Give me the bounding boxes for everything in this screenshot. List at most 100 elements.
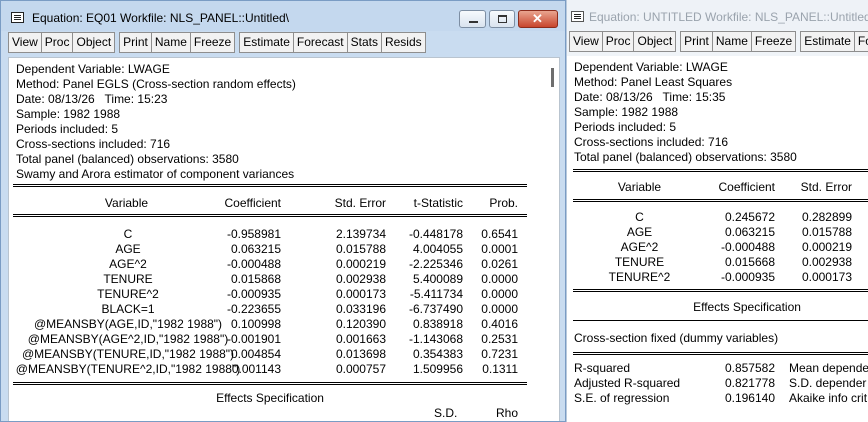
coefficient-cell: 0.063215 (724, 225, 775, 239)
std-error-cell: 0.000219 (801, 240, 852, 254)
header-line: Total panel (balanced) observations: 358… (574, 150, 797, 164)
toolbar-view-button[interactable]: View (8, 32, 42, 53)
minimize-icon (469, 21, 478, 23)
close-button[interactable]: ✕ (518, 10, 558, 28)
column-header-variable: Variable (617, 180, 662, 194)
toolbar-name-button[interactable]: Name (711, 31, 752, 52)
variable-cell: TENURE (614, 255, 665, 269)
column-header-t-statistic: t-Statistic (413, 196, 463, 210)
column-header-coefficient: Coefficient (224, 196, 281, 210)
t-statistic-cell: -6.737490 (408, 302, 463, 316)
toolbar-print-button[interactable]: Print (680, 31, 713, 52)
header-line: Periods included: 5 (574, 120, 677, 134)
toolbar-freeze-button[interactable]: Freeze (750, 31, 797, 52)
std-error-cell: 0.001663 (335, 332, 386, 346)
std-error-cell: 2.139734 (335, 227, 386, 241)
coefficient-cell: 0.004854 (230, 347, 281, 361)
coefficient-cell: -0.000488 (226, 257, 281, 271)
header-line: Dependent Variable: LWAGE (16, 62, 170, 76)
header-line: Date: 08/13/26 Time: 15:35 (574, 90, 726, 104)
estimation-output[interactable]: Dependent Variable: LWAGE Method: Panel … (8, 57, 560, 421)
toolbar-freeze-button[interactable]: Freeze (189, 32, 236, 53)
estimation-output[interactable]: Dependent Variable: LWAGE Method: Panel … (567, 56, 868, 422)
prob-cell: 0.0000 (481, 287, 518, 301)
std-error-cell: 0.282899 (801, 210, 852, 224)
std-error-cell: 0.013698 (335, 347, 386, 361)
toolbar-estimate-button[interactable]: Estimate (239, 32, 294, 53)
header-line: Date: 08/13/26 Time: 15:23 (16, 92, 168, 106)
std-error-cell: 0.002938 (801, 255, 852, 269)
header-line: Total panel (balanced) observations: 358… (16, 152, 239, 166)
toolbar-name-button[interactable]: Name (150, 32, 191, 53)
t-statistic-cell: 0.838918 (412, 317, 463, 331)
toolbar-forecast-button[interactable]: Fore (853, 31, 868, 52)
effects-column-sd: S.D. (434, 406, 458, 420)
t-statistic-cell: 1.509956 (412, 362, 463, 376)
coefficient-cell: -0.958981 (226, 227, 281, 241)
t-statistic-cell: -0.448178 (408, 227, 463, 241)
prob-cell: 0.7231 (481, 347, 518, 361)
std-error-cell: 0.000757 (335, 362, 386, 376)
toolbar-print-button[interactable]: Print (119, 32, 152, 53)
equation-toolbar: View Proc Object Print Name Freeze Estim… (569, 31, 868, 52)
std-error-cell: 0.033196 (335, 302, 386, 316)
table-header-rule (573, 199, 868, 202)
coefficient-cell: 0.063215 (230, 242, 281, 256)
toolbar-view-button[interactable]: View (569, 31, 603, 52)
stat-label: Adjusted R-squared (574, 376, 681, 390)
window-title: Equation: UNTITLED Workfile: NLS_PANEL::… (589, 10, 868, 24)
t-statistic-cell: 4.004055 (412, 242, 463, 256)
window-title-bar[interactable]: Equation: UNTITLED Workfile: NLS_PANEL::… (567, 0, 868, 30)
toolbar-forecast-button[interactable]: Forecast (292, 32, 348, 53)
table-bottom-rule (13, 382, 527, 385)
minimize-button[interactable] (459, 10, 486, 28)
coefficient-cell: -0.000488 (720, 240, 775, 254)
header-line: Cross-sections included: 716 (16, 137, 171, 151)
maximize-icon (498, 15, 507, 23)
variable-cell: AGE (626, 225, 653, 239)
equation-window-icon (571, 11, 584, 22)
prob-cell: 0.4016 (481, 317, 518, 331)
stat-value: 0.857582 (724, 361, 775, 375)
coefficient-cell: 0.100998 (230, 317, 281, 331)
window-title-bar[interactable]: Equation: EQ01 Workfile: NLS_PANEL::Unti… (1, 1, 565, 31)
stat-label: R-squared (574, 361, 631, 375)
maximize-button[interactable] (489, 10, 515, 28)
variable-cell: C (635, 210, 644, 224)
prob-cell: 0.0000 (481, 302, 518, 316)
toolbar-stats-button[interactable]: Stats (346, 32, 382, 53)
window-title: Equation: EQ01 Workfile: NLS_PANEL::Unti… (32, 11, 290, 25)
prob-cell: 0.0261 (481, 257, 518, 271)
stat-value: 0.821778 (724, 376, 775, 390)
stat-label-right: S.D. depender (789, 376, 867, 390)
equation-window-icon (11, 12, 24, 23)
equation-window-eq01[interactable]: Equation: EQ01 Workfile: NLS_PANEL::Unti… (0, 0, 566, 422)
prob-cell: 0.6541 (481, 227, 518, 241)
toolbar-proc-button[interactable]: Proc (40, 32, 74, 53)
std-error-cell: 0.000173 (801, 270, 852, 284)
std-error-cell: 0.002938 (335, 272, 386, 286)
header-line: Method: Panel EGLS (Cross-section random… (16, 77, 296, 91)
vertical-scrollbar-thumb[interactable] (551, 68, 554, 87)
equation-window-untitled[interactable]: Equation: UNTITLED Workfile: NLS_PANEL::… (566, 0, 868, 422)
table-top-rule (573, 169, 868, 172)
prob-cell: 0.1311 (482, 362, 518, 376)
coefficient-cell: 0.015668 (724, 255, 775, 269)
table-bottom-rule (573, 289, 868, 292)
header-line: Swamy and Arora estimator of component v… (16, 167, 295, 181)
toolbar-object-button[interactable]: Object (633, 31, 677, 52)
header-line: Periods included: 5 (16, 122, 119, 136)
toolbar-resids-button[interactable]: Resids (380, 32, 426, 53)
toolbar-object-button[interactable]: Object (72, 32, 116, 53)
coefficient-cell: -0.001901 (226, 332, 281, 346)
column-header-std-error: Std. Error (334, 196, 386, 210)
header-line: Cross-sections included: 716 (574, 135, 729, 149)
t-statistic-cell: -5.411734 (409, 287, 463, 301)
toolbar-estimate-button[interactable]: Estimate (800, 31, 855, 52)
toolbar-proc-button[interactable]: Proc (601, 31, 635, 52)
t-statistic-cell: -1.143068 (408, 332, 463, 346)
column-header-prob: Prob. (489, 196, 518, 210)
header-line: Method: Panel Least Squares (574, 75, 733, 89)
column-header-std-error: Std. Error (800, 180, 852, 194)
effects-line: Cross-section fixed (dummy variables) (574, 331, 779, 345)
